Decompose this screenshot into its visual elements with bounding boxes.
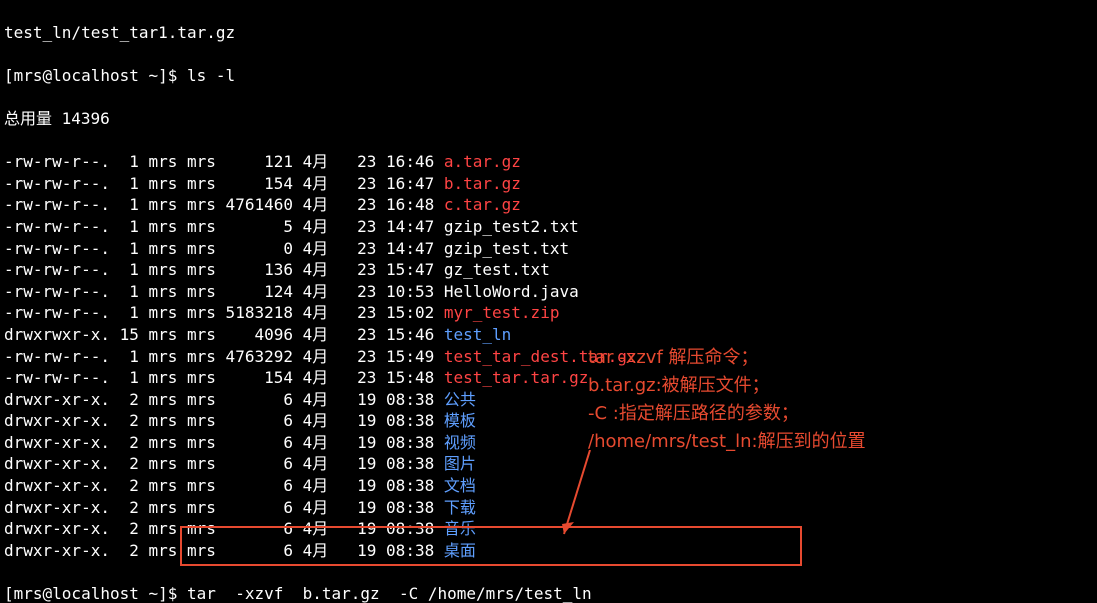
- file-meta: drwxrwxr-x. 15 mrs mrs 4096 4月 23 15:46: [4, 325, 444, 344]
- file-meta: -rw-rw-r--. 1 mrs mrs 154 4月 23 16:47: [4, 174, 444, 193]
- file-meta: -rw-rw-r--. 1 mrs mrs 4763292 4月 23 15:4…: [4, 347, 444, 366]
- file-name: 图片: [444, 454, 476, 473]
- terminal[interactable]: test_ln/test_tar1.tar.gz [mrs@localhost …: [0, 0, 1097, 603]
- file-name: c.tar.gz: [444, 195, 521, 214]
- file-row: -rw-rw-r--. 1 mrs mrs 154 4月 23 15:48 te…: [4, 367, 1093, 389]
- file-meta: -rw-rw-r--. 1 mrs mrs 154 4月 23 15:48: [4, 368, 444, 387]
- file-name: HelloWord.java: [444, 282, 579, 301]
- prompt-ls-line: [mrs@localhost ~]$ ls -l: [4, 65, 1093, 87]
- file-meta: drwxr-xr-x. 2 mrs mrs 6 4月 19 08:38: [4, 541, 444, 560]
- file-meta: -rw-rw-r--. 1 mrs mrs 136 4月 23 15:47: [4, 260, 444, 279]
- file-row: -rw-rw-r--. 1 mrs mrs 5 4月 23 14:47 gzip…: [4, 216, 1093, 238]
- file-meta: -rw-rw-r--. 1 mrs mrs 5183218 4月 23 15:0…: [4, 303, 444, 322]
- file-row: drwxr-xr-x. 2 mrs mrs 6 4月 19 08:38 图片: [4, 453, 1093, 475]
- file-meta: drwxr-xr-x. 2 mrs mrs 6 4月 19 08:38: [4, 519, 444, 538]
- file-row: -rw-rw-r--. 1 mrs mrs 4763292 4月 23 15:4…: [4, 346, 1093, 368]
- file-meta: drwxr-xr-x. 2 mrs mrs 6 4月 19 08:38: [4, 390, 444, 409]
- file-name: 音乐: [444, 519, 476, 538]
- annotation-box: tar -xzvf 解压命令； b.tar.gz:被解压文件； -C :指定解压…: [588, 345, 866, 457]
- file-meta: drwxr-xr-x. 2 mrs mrs 6 4月 19 08:38: [4, 476, 444, 495]
- annotation-line-2: b.tar.gz:被解压文件；: [588, 373, 866, 399]
- file-meta: -rw-rw-r--. 1 mrs mrs 0 4月 23 14:47: [4, 239, 444, 258]
- total-line: 总用量 14396: [4, 108, 1093, 130]
- file-name: a.tar.gz: [444, 152, 521, 171]
- file-name: myr_test.zip: [444, 303, 560, 322]
- file-meta: -rw-rw-r--. 1 mrs mrs 5 4月 23 14:47: [4, 217, 444, 236]
- annotation-line-4: /home/mrs/test_ln:解压到的位置: [588, 429, 866, 455]
- annotation-line-3: -C :指定解压路径的参数；: [588, 401, 866, 427]
- file-name: 桌面: [444, 541, 476, 560]
- file-name: test_ln: [444, 325, 511, 344]
- file-meta: drwxr-xr-x. 2 mrs mrs 6 4月 19 08:38: [4, 498, 444, 517]
- file-row: -rw-rw-r--. 1 mrs mrs 136 4月 23 15:47 gz…: [4, 259, 1093, 281]
- file-row: -rw-rw-r--. 1 mrs mrs 121 4月 23 16:46 a.…: [4, 151, 1093, 173]
- file-meta: drwxr-xr-x. 2 mrs mrs 6 4月 19 08:38: [4, 433, 444, 452]
- file-row: -rw-rw-r--. 1 mrs mrs 124 4月 23 10:53 He…: [4, 281, 1093, 303]
- file-name: 公共: [444, 390, 476, 409]
- annotation-line-1: tar -xzvf 解压命令；: [588, 345, 866, 371]
- typed-command: tar -xzvf b.tar.gz -C /home/mrs/test_ln: [187, 584, 592, 603]
- file-row: drwxr-xr-x. 2 mrs mrs 6 4月 19 08:38 下载: [4, 497, 1093, 519]
- file-meta: drwxr-xr-x. 2 mrs mrs 6 4月 19 08:38: [4, 411, 444, 430]
- file-name: b.tar.gz: [444, 174, 521, 193]
- file-row: drwxr-xr-x. 2 mrs mrs 6 4月 19 08:38 桌面: [4, 540, 1093, 562]
- prompt-cmd-line: [mrs@localhost ~]$ tar -xzvf b.tar.gz -C…: [4, 583, 1093, 603]
- cut-line: test_ln/test_tar1.tar.gz: [4, 22, 1093, 44]
- file-name: test_tar.tar.gz: [444, 368, 589, 387]
- file-row: drwxrwxr-x. 15 mrs mrs 4096 4月 23 15:46 …: [4, 324, 1093, 346]
- file-meta: -rw-rw-r--. 1 mrs mrs 4761460 4月 23 16:4…: [4, 195, 444, 214]
- file-row: -rw-rw-r--. 1 mrs mrs 5183218 4月 23 15:0…: [4, 302, 1093, 324]
- file-row: drwxr-xr-x. 2 mrs mrs 6 4月 19 08:38 文档: [4, 475, 1093, 497]
- file-row: drwxr-xr-x. 2 mrs mrs 6 4月 19 08:38 音乐: [4, 518, 1093, 540]
- file-meta: -rw-rw-r--. 1 mrs mrs 124 4月 23 10:53: [4, 282, 444, 301]
- file-row: -rw-rw-r--. 1 mrs mrs 154 4月 23 16:47 b.…: [4, 173, 1093, 195]
- file-row: drwxr-xr-x. 2 mrs mrs 6 4月 19 08:38 公共: [4, 389, 1093, 411]
- file-meta: drwxr-xr-x. 2 mrs mrs 6 4月 19 08:38: [4, 454, 444, 473]
- file-row: drwxr-xr-x. 2 mrs mrs 6 4月 19 08:38 视频: [4, 432, 1093, 454]
- file-name: gzip_test2.txt: [444, 217, 579, 236]
- file-name: 模板: [444, 411, 476, 430]
- file-name: 文档: [444, 476, 476, 495]
- file-name: gz_test.txt: [444, 260, 550, 279]
- file-row: -rw-rw-r--. 1 mrs mrs 4761460 4月 23 16:4…: [4, 194, 1093, 216]
- file-row: -rw-rw-r--. 1 mrs mrs 0 4月 23 14:47 gzip…: [4, 238, 1093, 260]
- file-name: gzip_test.txt: [444, 239, 569, 258]
- file-name: 下载: [444, 498, 476, 517]
- file-meta: -rw-rw-r--. 1 mrs mrs 121 4月 23 16:46: [4, 152, 444, 171]
- file-name: 视频: [444, 433, 476, 452]
- file-row: drwxr-xr-x. 2 mrs mrs 6 4月 19 08:38 模板: [4, 410, 1093, 432]
